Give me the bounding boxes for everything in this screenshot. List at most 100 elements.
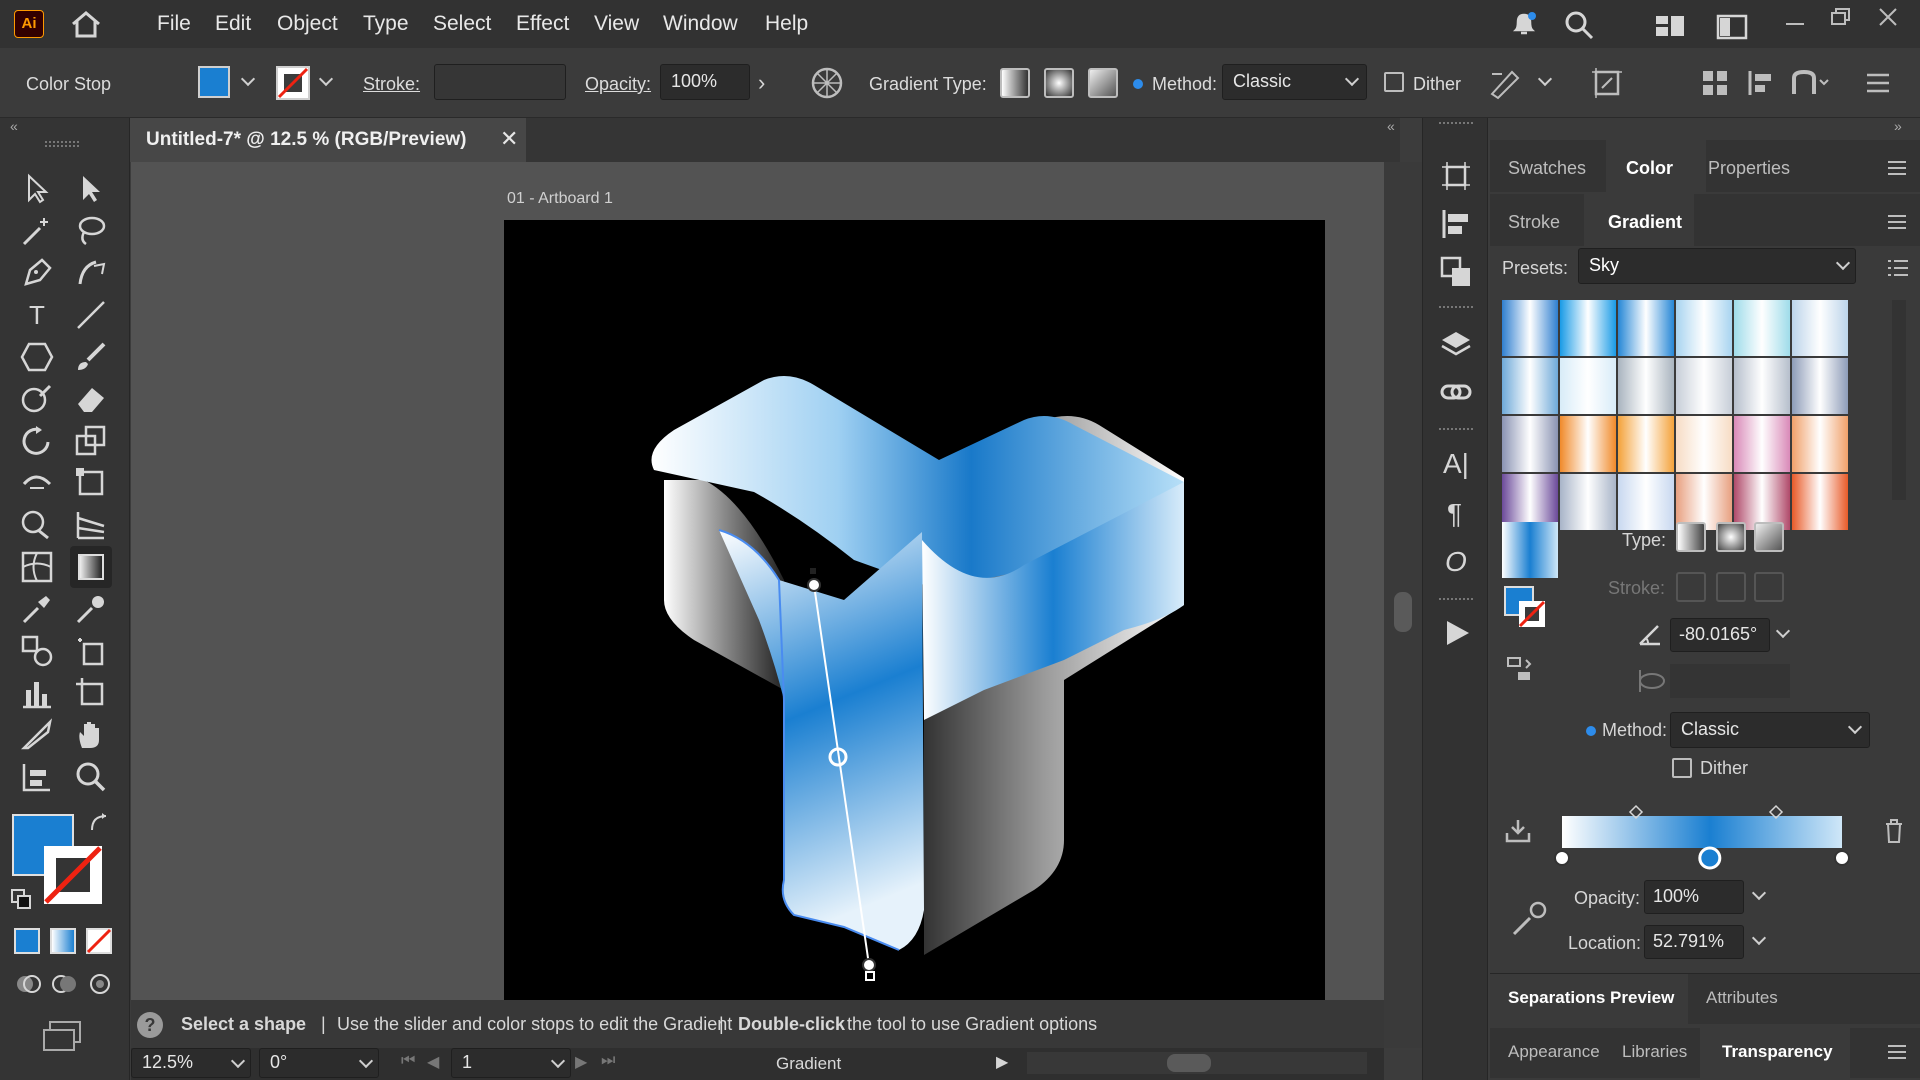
panel-grip[interactable] bbox=[1439, 122, 1473, 128]
stroke-within-button[interactable] bbox=[1676, 572, 1706, 602]
panel-grip[interactable] bbox=[45, 141, 79, 147]
menu-help[interactable]: Help bbox=[765, 12, 808, 36]
panel-grip[interactable] bbox=[1439, 428, 1473, 434]
dither-checkbox[interactable] bbox=[1384, 72, 1404, 92]
scroll-thumb[interactable] bbox=[1167, 1054, 1211, 1072]
panel-menu-icon[interactable] bbox=[1886, 158, 1908, 178]
gradient-preset-swatch[interactable] bbox=[1560, 300, 1616, 356]
chevron-down-icon[interactable] bbox=[240, 71, 256, 87]
draw-behind-icon[interactable] bbox=[50, 970, 78, 998]
menu-object[interactable]: Object bbox=[277, 12, 338, 36]
stroke-across-button[interactable] bbox=[1754, 572, 1784, 602]
blend-tool-icon[interactable] bbox=[20, 634, 54, 668]
tab-stroke[interactable]: Stroke bbox=[1508, 212, 1560, 233]
gradient-color-stop[interactable] bbox=[1698, 846, 1722, 870]
stroke-none-box[interactable] bbox=[42, 844, 104, 906]
arrange-documents-icon[interactable] bbox=[1654, 14, 1686, 38]
opacity-field[interactable]: 100% bbox=[1644, 880, 1744, 914]
method-dropdown[interactable]: Classic bbox=[1222, 64, 1367, 100]
gradient-preset-swatch[interactable] bbox=[1792, 300, 1848, 356]
draw-normal-icon[interactable] bbox=[14, 970, 42, 998]
gradient-preset-swatch[interactable] bbox=[1502, 416, 1558, 472]
perspective-grid-tool-icon[interactable] bbox=[74, 508, 108, 542]
stroke-none-swatch[interactable] bbox=[276, 66, 310, 100]
play-icon[interactable]: ▶ bbox=[996, 1052, 1008, 1072]
gradient-preset-swatch[interactable] bbox=[1560, 474, 1616, 530]
panel-menu-icon[interactable] bbox=[1886, 212, 1908, 232]
align-icon[interactable] bbox=[1700, 68, 1730, 98]
gradient-preset-swatch[interactable] bbox=[1618, 300, 1674, 356]
aspect-ratio-field[interactable] bbox=[1670, 664, 1790, 698]
chevron-down-icon[interactable] bbox=[318, 71, 334, 87]
shape-builder-tool-icon[interactable] bbox=[20, 508, 54, 542]
angle-icon[interactable] bbox=[1636, 622, 1664, 648]
bell-icon[interactable] bbox=[1510, 10, 1538, 38]
opentype-panel-icon[interactable]: O bbox=[1445, 546, 1467, 578]
freeform-gradient-button[interactable] bbox=[1088, 68, 1118, 98]
align-panel-icon[interactable] bbox=[1440, 208, 1472, 240]
artboard[interactable] bbox=[504, 220, 1325, 1002]
default-fill-stroke-icon[interactable] bbox=[10, 888, 32, 910]
none-mode-button[interactable] bbox=[86, 928, 112, 954]
paintbrush-tool-icon[interactable] bbox=[74, 340, 108, 374]
line-segment-tool-icon[interactable] bbox=[74, 298, 108, 332]
gradient-annotator-icon[interactable] bbox=[1488, 66, 1522, 100]
panel-menu-icon[interactable] bbox=[1864, 70, 1892, 96]
stroke-along-button[interactable] bbox=[1716, 572, 1746, 602]
linear-type-button[interactable] bbox=[1676, 522, 1706, 552]
stroke-mini-swatch[interactable] bbox=[1518, 600, 1546, 628]
character-panel-icon[interactable]: A| bbox=[1443, 448, 1469, 480]
radial-type-button[interactable] bbox=[1716, 522, 1746, 552]
screen-mode-icon[interactable] bbox=[40, 1018, 84, 1054]
lasso-tool-icon[interactable] bbox=[74, 214, 108, 248]
opacity-field[interactable]: 100% bbox=[660, 64, 750, 100]
location-field[interactable]: 52.791% bbox=[1644, 925, 1744, 959]
type-tool-icon[interactable]: T bbox=[20, 298, 54, 332]
free-transform-tool-icon[interactable] bbox=[74, 466, 108, 500]
artwork[interactable] bbox=[504, 220, 1325, 1002]
add-to-swatches-icon[interactable] bbox=[1504, 818, 1532, 844]
chevron-down-icon[interactable] bbox=[1537, 71, 1553, 87]
gradient-preset-swatch[interactable] bbox=[1734, 358, 1790, 414]
pathfinder-panel-icon[interactable] bbox=[1440, 256, 1472, 288]
hand-tool-icon[interactable] bbox=[74, 718, 108, 752]
select-similar-icon[interactable] bbox=[1590, 66, 1624, 100]
minimize-icon[interactable] bbox=[1782, 14, 1808, 34]
chevron-down-icon[interactable] bbox=[1751, 930, 1767, 946]
slice-tool-icon[interactable] bbox=[20, 718, 54, 752]
gradient-preset-swatch[interactable] bbox=[1734, 300, 1790, 356]
search-icon[interactable] bbox=[1564, 10, 1594, 40]
gradient-preset-swatch[interactable] bbox=[1502, 358, 1558, 414]
angle-field[interactable]: -80.0165° bbox=[1670, 618, 1770, 652]
freeform-type-button[interactable] bbox=[1754, 522, 1784, 552]
menu-effect[interactable]: Effect bbox=[516, 12, 569, 36]
shaper-tool-icon[interactable] bbox=[20, 382, 54, 416]
reverse-gradient-icon[interactable] bbox=[1504, 654, 1534, 684]
stroke-weight-field[interactable] bbox=[434, 64, 566, 100]
recolor-artwork-icon[interactable] bbox=[810, 66, 844, 100]
chevron-down-icon[interactable] bbox=[1775, 623, 1791, 639]
fill-swatch[interactable] bbox=[198, 66, 230, 98]
chevron-right-icon[interactable]: › bbox=[758, 70, 765, 96]
artboards-panel-icon[interactable] bbox=[1440, 160, 1472, 192]
eyedropper-tool-icon[interactable] bbox=[20, 592, 54, 626]
tab-libraries[interactable]: Libraries bbox=[1622, 1042, 1687, 1062]
menu-view[interactable]: View bbox=[594, 12, 639, 36]
panel-menu-icon[interactable] bbox=[1886, 1042, 1908, 1062]
menu-select[interactable]: Select bbox=[433, 12, 491, 36]
dither-checkbox[interactable] bbox=[1672, 758, 1692, 778]
eraser-tool-icon[interactable] bbox=[74, 382, 108, 416]
tab-transparency[interactable]: Transparency bbox=[1722, 1042, 1833, 1062]
stroke-label[interactable]: Stroke: bbox=[363, 74, 420, 95]
gradient-tool-icon[interactable] bbox=[70, 546, 112, 588]
menu-edit[interactable]: Edit bbox=[215, 12, 251, 36]
gradient-preset-swatch[interactable] bbox=[1792, 416, 1848, 472]
symbol-sprayer-tool-icon[interactable] bbox=[74, 634, 108, 668]
curvature-tool-icon[interactable] bbox=[74, 256, 108, 290]
rotate-view-tool-icon[interactable] bbox=[20, 760, 54, 794]
document-tab[interactable]: Untitled-7* @ 12.5 % (RGB/Preview) ✕ bbox=[130, 118, 526, 162]
column-graph-tool-icon[interactable] bbox=[20, 676, 54, 710]
gradient-preset-swatch[interactable] bbox=[1560, 358, 1616, 414]
restore-icon[interactable] bbox=[1828, 6, 1854, 28]
scroll-thumb[interactable] bbox=[1394, 592, 1412, 632]
